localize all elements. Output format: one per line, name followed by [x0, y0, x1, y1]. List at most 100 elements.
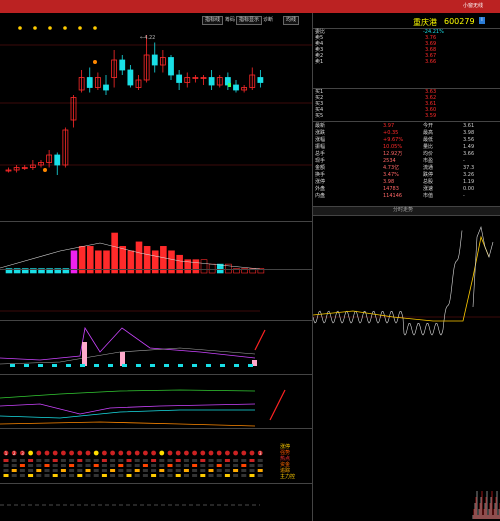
stat-value: 1.49	[463, 144, 475, 150]
signal-cell	[183, 474, 189, 477]
stat-value: 4.73亿	[383, 165, 400, 171]
candle[interactable]	[103, 84, 109, 91]
stat-value: 2534	[383, 158, 396, 164]
signal-cell	[159, 459, 165, 462]
candle[interactable]	[54, 154, 61, 166]
signal-cell	[159, 474, 165, 477]
legend-item: 主力控	[280, 474, 296, 480]
stat-key: 总手	[315, 151, 326, 157]
signal-cell	[224, 474, 230, 477]
info-icon[interactable]: i	[479, 17, 485, 24]
signal-circle	[184, 450, 189, 456]
intraday-volume	[472, 491, 500, 519]
signal-cell	[134, 474, 140, 477]
stat-key: 最低	[423, 137, 434, 143]
hist-bar	[24, 364, 29, 367]
stat-key: 市值	[423, 193, 434, 199]
signal-cell	[11, 464, 17, 467]
buy-marker	[43, 168, 47, 172]
indicator-panel-3[interactable]	[0, 376, 312, 431]
hist-bar	[10, 364, 15, 367]
signal-cell	[224, 459, 230, 462]
signal-circle	[208, 450, 214, 456]
intraday-chart[interactable]	[313, 217, 500, 447]
stat-value: +0.35	[383, 130, 399, 136]
candle[interactable]	[151, 54, 158, 66]
stat-key: 市盈	[423, 158, 434, 164]
signal-cell	[19, 469, 25, 472]
chart-pane[interactable]: 指标线 筹码 指标显示 诊断 均线 ←4.22 1233 涨停 强势 热点 资金…	[0, 13, 312, 521]
signal-cell	[257, 474, 263, 477]
signal-circle	[69, 450, 74, 456]
signal-cell	[233, 464, 239, 467]
signal-cell	[183, 459, 189, 462]
signal-circle	[85, 450, 91, 456]
hist-bar	[122, 364, 127, 367]
green-marker	[228, 83, 231, 87]
candle[interactable]	[233, 84, 239, 91]
candle[interactable]	[168, 57, 174, 76]
signal-cell	[249, 469, 255, 472]
signal-cell	[101, 459, 107, 462]
signal-cell	[233, 469, 239, 472]
signal-circle	[44, 450, 50, 456]
candle[interactable]	[257, 77, 264, 83]
signal-cell	[101, 474, 107, 477]
signal-cell	[200, 474, 206, 477]
signal-circle	[110, 450, 115, 456]
candle[interactable]	[127, 69, 134, 86]
stat-value: 3.47%	[383, 172, 399, 178]
hist-bar	[94, 364, 99, 367]
chip-label: 筹码	[225, 17, 236, 23]
candlestick-chart[interactable]: ←4.22	[0, 25, 312, 231]
signal-cell	[175, 464, 181, 467]
signal-panel[interactable]: 1233	[0, 432, 312, 482]
stock-name: 重庆港	[413, 18, 437, 27]
signal-dot	[48, 26, 52, 30]
indicator-panel-2[interactable]	[0, 322, 312, 376]
high-marker: ←4.22	[140, 35, 155, 41]
candle[interactable]	[119, 59, 126, 71]
stats-table: 最新 3.97 涨跌 +0.35 涨幅 +9.67% 振幅 10.05% 总手 12.92万 现手 2…	[313, 124, 500, 214]
signal-cell	[77, 464, 83, 467]
signal-circle	[61, 450, 66, 456]
bottom-panel[interactable]	[0, 485, 312, 521]
signal-cell	[216, 464, 222, 467]
signal-cell	[3, 469, 9, 472]
signal-cell	[233, 459, 239, 462]
signal-cell	[134, 459, 140, 462]
signal-cell	[167, 459, 173, 462]
display-select[interactable]: 指标显示	[236, 16, 263, 25]
signal-cell	[52, 474, 58, 477]
signal-cell	[183, 469, 189, 472]
signal-cell	[77, 474, 83, 477]
ask-price: 3.66	[425, 59, 437, 65]
stat-value: 3.26	[463, 172, 475, 178]
stat-key: 流通	[423, 165, 434, 171]
signal-cell	[69, 459, 75, 462]
signal-cell	[85, 469, 91, 472]
signal-circle	[143, 450, 148, 456]
signal-circle	[102, 450, 107, 456]
signal-cell	[142, 459, 148, 462]
stat-key: 总股	[423, 179, 434, 185]
indicator-select[interactable]: 指标线	[202, 16, 224, 25]
ma-select[interactable]: 均线	[283, 16, 300, 25]
stat-key: 最新	[315, 123, 326, 129]
stat-value: -	[463, 158, 465, 164]
stat-key: 金额	[315, 165, 326, 171]
stat-key: 跌停	[423, 172, 434, 178]
signal-cell	[28, 469, 34, 472]
stat-key: 涨速	[423, 186, 434, 192]
candle[interactable]	[208, 77, 215, 86]
candle[interactable]	[176, 74, 183, 83]
candle[interactable]	[86, 77, 93, 88]
signal-cell	[19, 459, 25, 462]
signal-circle	[225, 450, 230, 456]
signal-cell	[11, 469, 17, 472]
indicator-panel-1[interactable]	[0, 271, 312, 321]
signal-cell	[241, 464, 247, 467]
signal-cell	[28, 474, 34, 477]
signal-cell	[175, 474, 181, 477]
signal-cell	[93, 464, 99, 467]
